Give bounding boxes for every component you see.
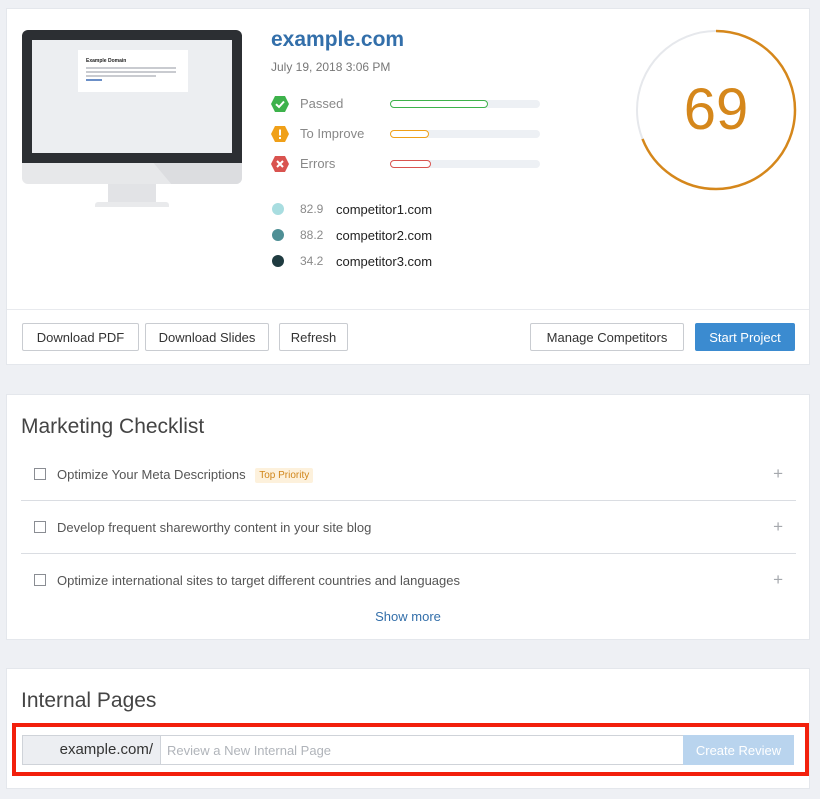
checklist-item-label: Optimize Your Meta Descriptions <box>57 467 246 482</box>
preview-text-line <box>86 71 176 73</box>
download-slides-button[interactable]: Download Slides <box>145 323 269 351</box>
report-date: July 19, 2018 3:06 PM <box>271 60 391 74</box>
manage-competitors-button[interactable]: Manage Competitors <box>530 323 684 351</box>
monitor-stand <box>108 184 156 202</box>
competitor-row: 34.2 competitor3.com <box>271 253 571 271</box>
download-pdf-button[interactable]: Download PDF <box>22 323 139 351</box>
divider <box>7 309 809 310</box>
competitor-score: 88.2 <box>300 228 324 242</box>
errors-progress-fill <box>390 160 431 168</box>
url-prefix: example.com/ <box>22 735 161 765</box>
preview-page: Example Domain <box>78 50 188 92</box>
competitor-row: 88.2 competitor2.com <box>271 227 571 245</box>
to-improve-progress-fill <box>390 130 429 138</box>
site-title[interactable]: example.com <box>271 28 404 52</box>
status-errors: Errors <box>271 154 551 174</box>
passed-progress-fill <box>390 100 488 108</box>
checklist-item[interactable]: Develop frequent shareworthy content in … <box>21 501 796 554</box>
monitor-bezel: Example Domain <box>22 30 242 163</box>
competitor-name[interactable]: competitor1.com <box>336 202 432 217</box>
expand-plus-icon[interactable]: + <box>773 464 783 484</box>
priority-badge: Top Priority <box>255 468 314 483</box>
monitor-foot <box>95 202 169 207</box>
score-gauge: 69 <box>635 29 797 191</box>
preview-text-line <box>86 75 156 77</box>
checklist-item[interactable]: Optimize Your Meta Descriptions Top Prio… <box>21 448 796 501</box>
status-to-improve: To Improve <box>271 124 551 144</box>
checkbox[interactable] <box>34 521 46 533</box>
check-circle-icon <box>271 96 289 112</box>
checklist-item-label: Develop frequent shareworthy content in … <box>57 520 372 535</box>
preview-heading: Example Domain <box>86 58 127 64</box>
checklist-item[interactable]: Optimize international sites to target d… <box>21 554 796 607</box>
status-track <box>390 100 540 108</box>
site-preview-monitor: Example Domain <box>22 30 242 207</box>
status-passed: Passed <box>271 94 551 114</box>
create-review-button[interactable]: Create Review <box>683 735 794 765</box>
internal-page-input[interactable] <box>160 735 684 765</box>
competitor-dot <box>272 229 284 241</box>
preview-text-line <box>86 67 176 69</box>
expand-plus-icon[interactable]: + <box>773 570 783 590</box>
status-label: Passed <box>300 96 344 111</box>
report-card: Example Domain example.com July 19, 2018… <box>6 8 810 365</box>
site-screenshot: Example Domain <box>32 40 232 153</box>
start-project-button[interactable]: Start Project <box>695 323 795 351</box>
status-track <box>390 130 540 138</box>
status-track <box>390 160 540 168</box>
refresh-button[interactable]: Refresh <box>279 323 348 351</box>
competitor-row: 82.9 competitor1.com <box>271 201 571 219</box>
exclamation-circle-icon <box>271 126 289 142</box>
checkbox[interactable] <box>34 574 46 586</box>
marketing-checklist-card: Marketing Checklist Optimize Your Meta D… <box>6 394 810 640</box>
competitor-dot <box>272 255 284 267</box>
section-title: Marketing Checklist <box>21 415 205 438</box>
preview-link <box>86 79 102 81</box>
overall-score: 69 <box>683 77 749 142</box>
section-title: Internal Pages <box>21 689 157 712</box>
competitor-name[interactable]: competitor2.com <box>336 228 432 243</box>
status-label: Errors <box>300 156 336 171</box>
x-circle-icon <box>271 156 289 172</box>
competitor-dot <box>272 203 284 215</box>
competitor-score: 34.2 <box>300 254 324 268</box>
competitor-score: 82.9 <box>300 202 324 216</box>
status-label: To Improve <box>300 126 365 141</box>
checkbox[interactable] <box>34 468 46 480</box>
checklist-item-text: Optimize Your Meta Descriptions Top Prio… <box>57 467 314 483</box>
expand-plus-icon[interactable]: + <box>773 517 783 537</box>
checklist-item-label: Optimize international sites to target d… <box>57 573 460 588</box>
show-more-link[interactable]: Show more <box>7 609 809 624</box>
competitor-name[interactable]: competitor3.com <box>336 254 432 269</box>
monitor-chin <box>22 163 242 184</box>
